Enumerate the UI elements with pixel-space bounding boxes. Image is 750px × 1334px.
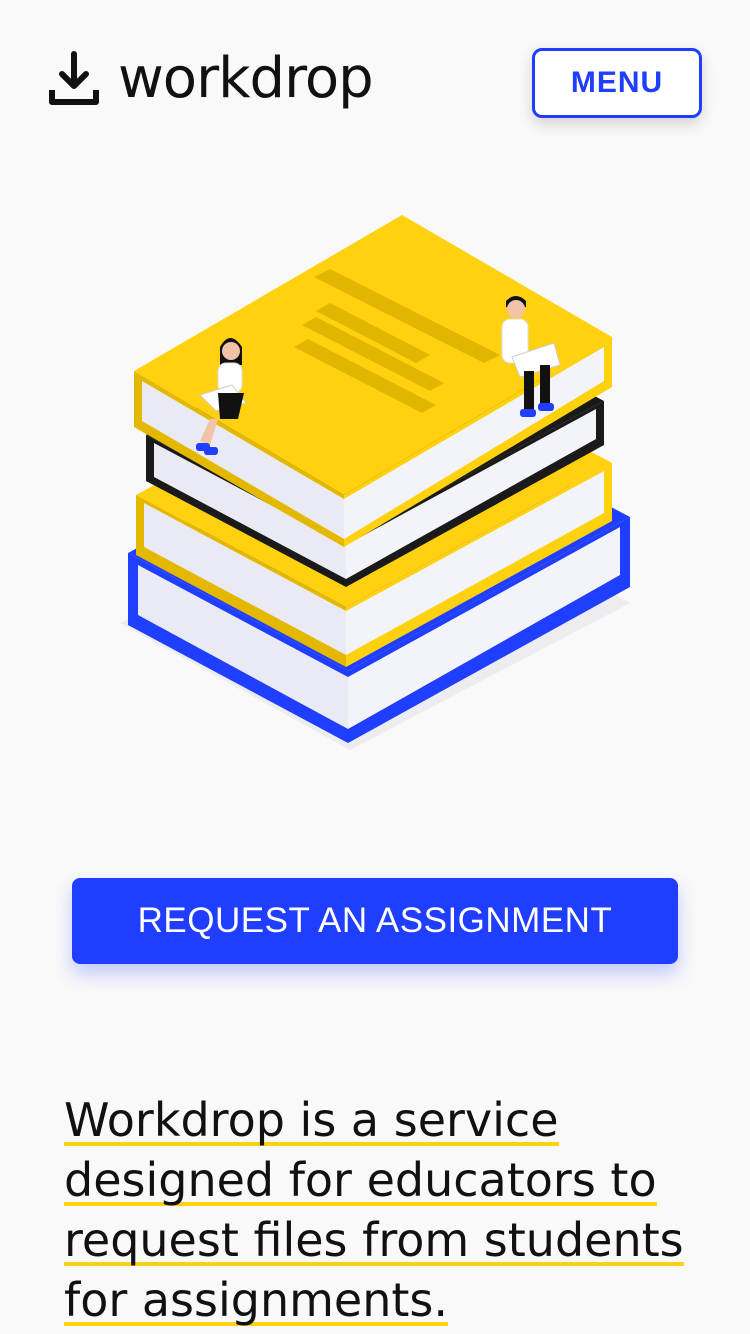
intro-text: Workdrop is a service designed for educa… [64, 1090, 704, 1330]
site-header: workdrop MENU [0, 0, 750, 150]
intro-text-highlight: Workdrop is a service designed for educa… [64, 1093, 684, 1329]
download-icon [49, 51, 99, 105]
stack-of-books-illustration [120, 215, 630, 750]
logo-wordmark: workdrop [118, 46, 374, 111]
request-assignment-button[interactable]: REQUEST AN ASSIGNMENT [72, 878, 678, 964]
page: workdrop MENU REQUEST AN ASSIGNMENT Work… [0, 0, 750, 1334]
menu-button[interactable]: MENU [532, 48, 702, 118]
logo[interactable]: workdrop [48, 46, 374, 111]
